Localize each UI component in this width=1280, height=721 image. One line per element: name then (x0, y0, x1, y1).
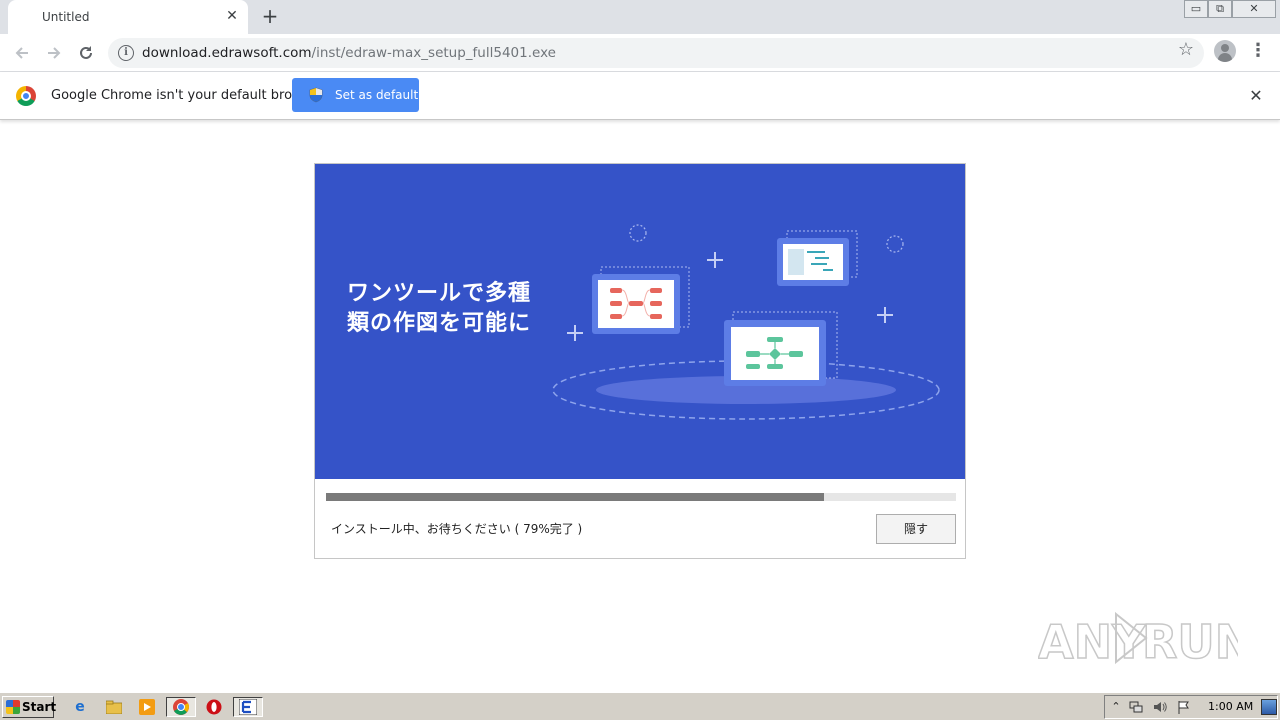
anyrun-watermark: ANY RUN (1038, 611, 1238, 670)
install-status-text: インストール中、お待ちください ( 79%完了 ) (331, 522, 583, 536)
profile-avatar-icon[interactable] (1214, 40, 1236, 62)
start-button[interactable]: Start (2, 696, 57, 718)
url-path: /inst/edraw-max_setup_full5401.exe (311, 45, 556, 61)
reload-icon[interactable] (72, 39, 100, 67)
bookmark-star-icon[interactable]: ☆ (1174, 38, 1198, 62)
install-progress-fill (326, 493, 824, 501)
url-text: download.edrawsoft.com/inst/edraw-max_se… (142, 45, 556, 61)
action-center-flag-icon[interactable] (1177, 700, 1191, 714)
start-label: Start (22, 700, 57, 714)
show-desktop-icon[interactable] (1261, 699, 1277, 715)
banner-line-2: 類の作図を可能に (347, 311, 532, 336)
system-tray: ⌃ 1:00 AM (1104, 695, 1278, 719)
windows-logo-icon (6, 700, 20, 714)
tray-expand-icon[interactable]: ⌃ (1109, 700, 1123, 714)
banner-line-1: ワンツールで多種 (347, 281, 532, 306)
edraw-installer-icon[interactable] (233, 697, 263, 717)
ie-icon[interactable]: e (68, 697, 92, 717)
back-arrow-icon[interactable] (8, 39, 36, 67)
installer-banner: ワンツールで多種 類の作図を可能に (315, 164, 965, 479)
volume-icon[interactable] (1153, 700, 1167, 714)
tab-title: Untitled (42, 10, 90, 24)
watermark-text-any: ANY (1038, 615, 1146, 669)
network-icon[interactable] (1129, 700, 1143, 714)
address-bar[interactable]: i download.edrawsoft.com/inst/edraw-max_… (108, 38, 1204, 68)
chrome-logo-icon (16, 86, 36, 106)
minimize-button[interactable]: ▭ (1184, 0, 1208, 18)
url-domain: download.edrawsoft.com (142, 45, 312, 61)
taskbar-clock[interactable]: 1:00 AM (1208, 700, 1253, 713)
infobar-close-icon[interactable]: ✕ (1246, 86, 1266, 106)
explorer-icon[interactable] (102, 697, 126, 717)
banner-tagline: ワンツールで多種 類の作図を可能に (347, 279, 531, 339)
tab-strip: Untitled ✕ + ▭ ⧉ ✕ (0, 0, 1280, 34)
forward-arrow-icon[interactable] (40, 39, 68, 67)
set-as-default-button[interactable]: Set as default (292, 78, 419, 112)
infobar-message: Google Chrome isn't your default browser (51, 88, 323, 103)
windows-taskbar: Start e ⌃ 1:00 AM (0, 692, 1280, 720)
media-player-icon[interactable] (135, 697, 159, 717)
browser-toolbar: i download.edrawsoft.com/inst/edraw-max_… (0, 34, 1280, 72)
tab-close-icon[interactable]: ✕ (223, 7, 241, 25)
set-as-default-label: Set as default (335, 88, 419, 102)
watermark-text-run: RUN (1142, 615, 1238, 669)
new-tab-button[interactable]: + (258, 4, 282, 28)
browser-tab[interactable]: Untitled ✕ (8, 0, 248, 34)
site-info-icon[interactable]: i (118, 45, 134, 61)
uac-shield-icon (309, 87, 323, 103)
window-close-button[interactable]: ✕ (1232, 0, 1276, 18)
default-browser-infobar: Google Chrome isn't your default browser… (0, 72, 1280, 120)
restore-button[interactable]: ⧉ (1208, 0, 1232, 18)
hide-button[interactable]: 隠す (876, 514, 956, 544)
opera-icon[interactable] (202, 697, 226, 717)
install-progress-bar (326, 493, 956, 501)
browser-menu-icon[interactable]: ⋮ (1248, 40, 1268, 62)
chrome-icon[interactable] (166, 697, 196, 717)
installer-window: ワンツールで多種 類の作図を可能に インストール中、お待ちください ( 79%完… (314, 163, 966, 559)
